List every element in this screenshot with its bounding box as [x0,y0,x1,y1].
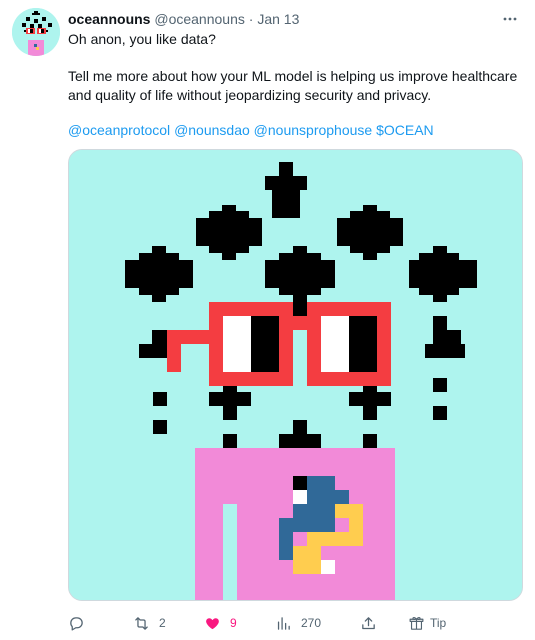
like-count: 9 [230,616,237,630]
tweet-media-image[interactable] [68,149,523,601]
retweet-icon [135,616,148,630]
more-horizontal-icon [503,17,517,21]
tweet-text-line-1: Oh anon, you like data? [68,31,216,47]
more-options-button[interactable] [497,6,523,32]
noun-pixel-art [69,150,522,600]
noun-avatar-image [12,8,60,56]
mention-oceanprotocol[interactable]: @oceanprotocol [68,122,170,138]
header-separator: · [248,11,254,27]
share-icon [362,616,375,629]
tip-button[interactable]: Tip [408,610,446,636]
share-button[interactable] [360,610,377,636]
views-button[interactable]: 270 [275,610,321,636]
reply-button[interactable] [68,610,85,636]
tip-icon [409,616,424,630]
cashtag-ocean[interactable]: $OCEAN [376,122,434,138]
tweet-actions: 2 9 270 Tip [68,610,523,636]
views-count: 270 [301,616,322,630]
analytics-icon [277,616,290,630]
avatar[interactable] [12,8,60,56]
retweet-button[interactable]: 2 [133,610,166,636]
mention-nounsdao[interactable]: @nounsdao [174,122,250,138]
heart-filled-icon [206,617,219,629]
like-button[interactable]: 9 [204,610,237,636]
tweet-text-paragraph: Tell me more about how your ML model is … [68,67,517,105]
author-name[interactable]: oceannouns [68,11,150,27]
reply-icon [70,616,83,631]
tweet-text-line-2: Tell me more about how your ML model is … [68,68,518,84]
mention-list: @oceanprotocol @nounsdao @nounsprophouse… [68,121,434,140]
tweet-header: oceannouns @oceannouns · Jan 13 [68,10,523,28]
author-handle[interactable]: @oceannouns [154,11,245,27]
tweet-text-line-3: and quality of life without jeopardizing… [68,87,432,103]
tip-label: Tip [430,616,447,630]
mention-nounsprophouse[interactable]: @nounsprophouse [254,122,373,138]
retweet-count: 2 [159,616,166,630]
tweet-date[interactable]: Jan 13 [257,11,299,27]
